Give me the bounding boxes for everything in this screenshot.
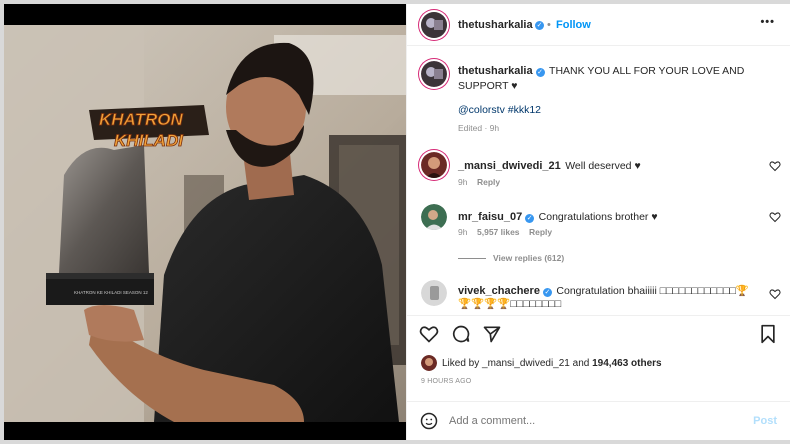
post-comment-button[interactable]: Post <box>753 415 777 427</box>
comment-username[interactable]: mr_faisu_07 <box>458 211 522 223</box>
view-replies-button[interactable]: View replies (612) <box>493 253 564 263</box>
comment-avatar[interactable] <box>421 204 447 230</box>
verified-badge-icon: ✓ <box>525 214 535 223</box>
verified-badge-icon: ✓ <box>535 21 544 30</box>
view-replies-line <box>458 258 486 259</box>
trophy-title-line1: KHATRON <box>99 110 183 129</box>
comment-bubble-icon[interactable] <box>451 324 471 344</box>
verified-badge-icon: ✓ <box>542 288 552 297</box>
liked-by-count[interactable]: 194,463 others <box>592 358 662 369</box>
trophy-title-line2: KHILADI <box>114 131 184 150</box>
comment-username[interactable]: vivek_chachere <box>458 285 540 297</box>
caption-avatar[interactable] <box>421 61 447 87</box>
liked-by-user[interactable]: _mansi_dwivedi_21 <box>482 358 570 369</box>
trophy-plate-text: KHATRON KE KHILADI SEASON 12 <box>74 290 148 295</box>
comment-reply-button[interactable]: Reply <box>477 177 500 187</box>
emoji-icon[interactable] <box>420 412 438 430</box>
header-separator: • <box>547 19 551 31</box>
post-photo[interactable]: KHATRON KHILADI KHATRON KE KHILADI SEASO… <box>4 25 406 422</box>
add-comment-input[interactable] <box>449 412 729 430</box>
more-options-icon[interactable]: ••• <box>760 16 775 28</box>
caption-block: thetusharkalia ✓ THANK YOU ALL FOR YOUR L… <box>458 63 778 93</box>
comment-body: mr_faisu_07 ✓ Congratulations brother ♥ <box>458 207 658 225</box>
comment-body: _mansi_dwivedi_21 Well deserved ♥ <box>458 156 641 174</box>
comment-time: 9h <box>458 227 468 237</box>
liked-by-summary: Liked by _mansi_dwivedi_21 and 194,463 o… <box>442 358 662 369</box>
app-window: KHATRON KHILADI KHATRON KE KHILADI SEASO… <box>0 0 790 444</box>
comment-reply-button[interactable]: Reply <box>529 227 552 237</box>
post-detail-pane: thetusharkalia ✓ • Follow ••• thetushark… <box>406 4 790 440</box>
comment-text: Well deserved ♥ <box>565 160 641 172</box>
author-username[interactable]: thetusharkalia <box>458 19 533 31</box>
post-photo-pane: KHATRON KHILADI KHATRON KE KHILADI SEASO… <box>4 4 406 440</box>
comment-avatar[interactable] <box>421 280 447 306</box>
comment-username[interactable]: _mansi_dwivedi_21 <box>458 160 561 172</box>
caption-meta: Edited · 9h <box>458 123 500 133</box>
photo-letterbox-bottom <box>4 422 406 440</box>
comment-like-heart-icon[interactable] <box>769 288 781 300</box>
caption-tags[interactable]: @colorstv #kkk12 <box>458 104 541 116</box>
comment-time: 9h <box>458 177 468 187</box>
actions-divider <box>407 315 790 316</box>
post-header: thetusharkalia ✓ • Follow ••• <box>407 4 790 46</box>
comment-body: vivek_chachere ✓ Congratulation bhaiiiii … <box>458 283 758 311</box>
liked-by-and: and <box>572 358 590 369</box>
comment-likes-count[interactable]: 5,957 likes <box>477 227 520 237</box>
liked-by-avatar[interactable] <box>421 355 437 371</box>
liked-by-prefix: Liked by <box>442 358 480 369</box>
post-time-ago[interactable]: 9 HOURS AGO <box>421 378 471 385</box>
comment-avatar[interactable] <box>421 152 447 178</box>
add-comment-divider <box>407 401 790 402</box>
save-bookmark-icon[interactable] <box>759 324 777 344</box>
caption-username[interactable]: thetusharkalia <box>458 65 533 77</box>
share-paper-plane-icon[interactable] <box>482 324 502 344</box>
photo-letterbox-top <box>4 4 406 25</box>
comment-text: Congratulations brother ♥ <box>538 211 658 223</box>
author-avatar[interactable] <box>421 12 447 38</box>
comment-text-line2: 🏆🏆🏆🏆□□□□□□□□ <box>458 298 562 310</box>
comment-text: Congratulation bhaiiiii □□□□□□□□□□□□🏆 <box>556 285 749 297</box>
comment-like-heart-icon[interactable] <box>769 211 781 223</box>
like-heart-icon[interactable] <box>419 324 439 344</box>
comment-like-heart-icon[interactable] <box>769 160 781 172</box>
follow-button[interactable]: Follow <box>556 19 591 31</box>
verified-badge-icon: ✓ <box>535 68 545 77</box>
